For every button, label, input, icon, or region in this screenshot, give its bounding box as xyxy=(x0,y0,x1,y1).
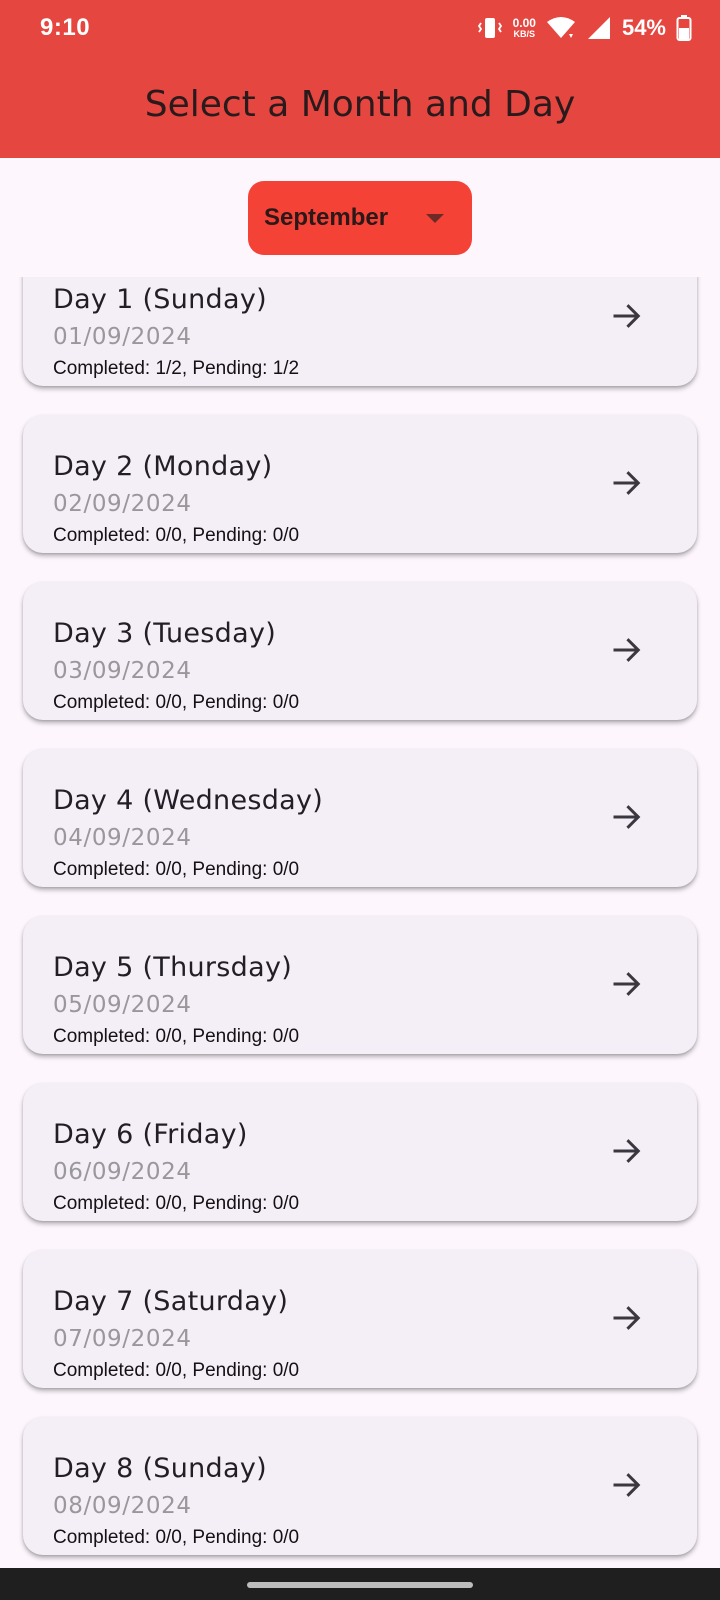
day-status: Completed: 0/0, Pending: 0/0 xyxy=(53,1527,300,1548)
day-title: Day 5 (Thursday) xyxy=(53,952,293,983)
system-navigation-bar xyxy=(0,1568,720,1600)
arrow-right-icon[interactable] xyxy=(609,1133,645,1169)
app-bar: Select a Month and Day xyxy=(0,56,720,158)
arrow-right-icon[interactable] xyxy=(609,1467,645,1503)
day-date: 04/09/2024 xyxy=(53,825,192,851)
status-bar: 9:10 0.00 KB/S 54% xyxy=(0,0,720,56)
day-card-1[interactable]: Day 1 (Sunday) 01/09/2024 Completed: 1/2… xyxy=(23,277,697,386)
day-status: Completed: 0/0, Pending: 0/0 xyxy=(53,1026,300,1047)
arrow-right-icon[interactable] xyxy=(609,632,645,668)
day-title: Day 3 (Tuesday) xyxy=(53,618,277,649)
day-card-4[interactable]: Day 4 (Wednesday) 04/09/2024 Completed: … xyxy=(23,749,697,887)
cell-signal-icon xyxy=(587,17,610,39)
network-speed-unit: KB/S xyxy=(513,29,536,39)
day-status: Completed: 0/0, Pending: 0/0 xyxy=(53,692,300,713)
network-speed: 0.00 KB/S xyxy=(513,17,536,39)
day-card-8[interactable]: Day 8 (Sunday) 08/09/2024 Completed: 0/0… xyxy=(23,1417,697,1555)
day-card-7[interactable]: Day 7 (Saturday) 07/09/2024 Completed: 0… xyxy=(23,1250,697,1388)
day-status: Completed: 1/2, Pending: 1/2 xyxy=(53,358,300,379)
day-title: Day 2 (Monday) xyxy=(53,451,273,482)
arrow-right-icon[interactable] xyxy=(609,1300,645,1336)
day-date: 02/09/2024 xyxy=(53,491,192,517)
day-card-6[interactable]: Day 6 (Friday) 06/09/2024 Completed: 0/0… xyxy=(23,1083,697,1221)
day-title: Day 8 (Sunday) xyxy=(53,1453,267,1484)
arrow-right-icon[interactable] xyxy=(609,298,645,334)
page-title: Select a Month and Day xyxy=(144,83,576,125)
arrow-right-icon[interactable] xyxy=(609,465,645,501)
day-date: 05/09/2024 xyxy=(53,992,192,1018)
selected-month: September xyxy=(264,204,389,231)
day-title: Day 7 (Saturday) xyxy=(53,1286,289,1317)
day-date: 08/09/2024 xyxy=(53,1493,192,1519)
day-date: 06/09/2024 xyxy=(53,1159,192,1185)
status-time: 9:10 xyxy=(40,14,91,41)
network-speed-value: 0.00 xyxy=(512,16,536,30)
day-status: Completed: 0/0, Pending: 0/0 xyxy=(53,859,300,880)
day-title: Day 6 (Friday) xyxy=(53,1119,248,1150)
day-card-3[interactable]: Day 3 (Tuesday) 03/09/2024 Completed: 0/… xyxy=(23,582,697,720)
arrow-right-icon[interactable] xyxy=(609,966,645,1002)
day-date: 03/09/2024 xyxy=(53,658,192,684)
battery-percent: 54% xyxy=(621,15,666,40)
day-title: Day 1 (Sunday) xyxy=(53,284,267,315)
day-card-5[interactable]: Day 5 (Thursday) 05/09/2024 Completed: 0… xyxy=(23,916,697,1054)
battery-icon xyxy=(676,15,692,41)
day-card-2[interactable]: Day 2 (Monday) 02/09/2024 Completed: 0/0… xyxy=(23,415,697,553)
day-date: 01/09/2024 xyxy=(53,324,192,350)
day-status: Completed: 0/0, Pending: 0/0 xyxy=(53,1360,300,1381)
month-dropdown[interactable]: September xyxy=(248,181,472,255)
day-title: Day 4 (Wednesday) xyxy=(53,785,324,816)
arrow-right-icon[interactable] xyxy=(609,799,645,835)
status-icons: 0.00 KB/S 54% xyxy=(477,10,692,46)
gesture-handle[interactable] xyxy=(247,1582,473,1588)
vibrate-icon xyxy=(477,18,502,38)
dropdown-arrow-icon xyxy=(426,214,444,223)
day-list[interactable]: Day 1 (Sunday) 01/09/2024 Completed: 1/2… xyxy=(0,277,720,1568)
day-date: 07/09/2024 xyxy=(53,1326,192,1352)
day-status: Completed: 0/0, Pending: 0/0 xyxy=(53,525,300,546)
wifi-icon xyxy=(546,17,575,38)
day-status: Completed: 0/0, Pending: 0/0 xyxy=(53,1193,300,1214)
